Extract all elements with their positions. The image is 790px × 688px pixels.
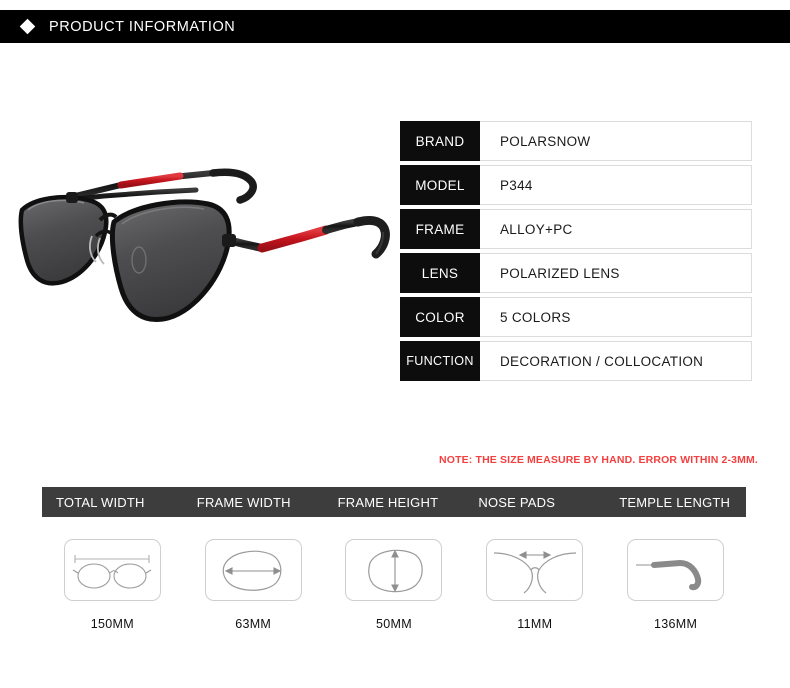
diamond-bullet-icon [19,18,36,35]
spec-value-function: DECORATION / COLLOCATION [480,341,752,381]
measure-value-total-width: 150MM [90,617,134,631]
measure-header-total-width: TOTAL WIDTH [56,494,145,510]
measure-column-frame-width: 63MM [183,539,324,631]
measure-card [345,539,443,601]
measure-card [627,539,725,601]
product-photo [8,140,398,390]
spec-label-brand: BRAND [400,121,480,161]
spec-label-color: COLOR [400,297,480,337]
measurement-header-row: TOTAL WIDTH FRAME WIDTH FRAME HEIGHT NOS… [42,487,746,517]
measurement-body-row: 150MM 63MM 50MM 11MM 136MM [42,539,746,631]
measure-header-frame-width: FRAME WIDTH [196,494,291,510]
table-row: COLOR 5 COLORS [400,297,752,337]
measure-column-nose-pads: 11MM [464,539,605,631]
measure-column-total-width: 150MM [42,539,183,631]
measure-header-nose-pads: NOSE PADS [478,494,556,510]
spec-table: BRAND POLARSNOW MODEL P344 FRAME ALLOY+P… [400,121,752,385]
page-header: PRODUCT INFORMATION [0,10,790,43]
nose-bridge-icon [493,551,576,594]
measure-value-nose-pads: 11MM [517,617,553,631]
lens-width-icon [222,550,282,591]
measurement-section: TOTAL WIDTH FRAME WIDTH FRAME HEIGHT NOS… [42,487,746,631]
page-title: PRODUCT INFORMATION [49,18,236,35]
measure-header-frame-height: FRAME HEIGHT [337,494,439,510]
measure-column-temple-length: 136MM [605,539,746,631]
glasses-front-width-icon [73,555,152,589]
spec-value-lens: POLARIZED LENS [480,253,752,293]
measure-card [63,539,161,601]
measure-value-temple-length: 136MM [653,617,698,631]
measure-card [486,539,584,601]
table-row: FUNCTION DECORATION / COLLOCATION [400,341,752,381]
measure-card [204,539,302,601]
spec-label-function: FUNCTION [400,341,480,381]
table-row: MODEL P344 [400,165,752,205]
measure-value-frame-width: 63MM [235,617,272,631]
spec-value-frame: ALLOY+PC [480,209,752,249]
spec-value-color: 5 COLORS [480,297,752,337]
lens-height-icon [368,549,423,593]
spec-value-model: P344 [480,165,752,205]
temple-arm-icon [635,560,701,591]
spec-label-model: MODEL [400,165,480,205]
table-row: LENS POLARIZED LENS [400,253,752,293]
measure-header-temple-length: TEMPLE LENGTH [619,494,731,510]
size-note: NOTE: THE SIZE MEASURE BY HAND. ERROR WI… [439,454,758,466]
measure-value-frame-height: 50MM [376,617,412,631]
spec-label-frame: FRAME [400,209,480,249]
spec-value-brand: POLARSNOW [480,121,752,161]
table-row: FRAME ALLOY+PC [400,209,752,249]
table-row: BRAND POLARSNOW [400,121,752,161]
measure-column-frame-height: 50MM [324,539,465,631]
spec-label-lens: LENS [400,253,480,293]
